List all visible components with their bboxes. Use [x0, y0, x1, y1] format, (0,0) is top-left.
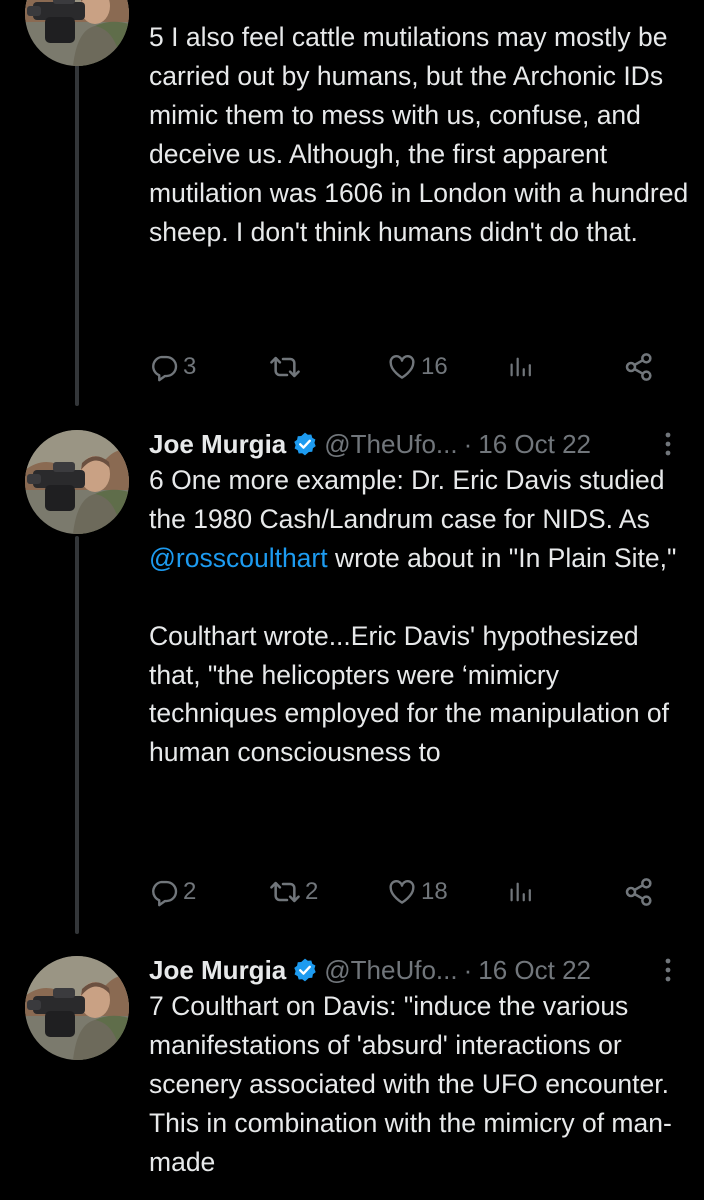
tweet-date[interactable]: 16 Oct 22	[478, 429, 591, 460]
tweet-text: 6 One more example: Dr. Eric Davis studi…	[149, 461, 694, 772]
analytics-icon	[507, 353, 535, 381]
author-name[interactable]: Joe Murgia	[149, 429, 286, 460]
tweet-header: Joe Murgia @TheUfo... · 16 Oct 22	[149, 950, 591, 990]
reply-button[interactable]: 3	[149, 349, 196, 385]
tweet-actions: 3 16	[149, 349, 669, 385]
reply-count: 3	[183, 353, 197, 380]
tweet-text: 7 Coulthart on Davis: "induce the variou…	[149, 987, 694, 1182]
like-count: 16	[421, 353, 448, 380]
more-options-icon[interactable]	[660, 430, 676, 458]
reply-button[interactable]: 2	[149, 874, 196, 910]
verified-badge-icon	[292, 431, 318, 457]
retweet-count: 2	[305, 878, 319, 905]
author-handle[interactable]: @TheUfo...	[324, 955, 457, 986]
share-button[interactable]	[623, 874, 655, 910]
reply-count: 2	[183, 878, 197, 905]
views-button[interactable]	[507, 874, 535, 910]
views-button[interactable]	[507, 349, 535, 385]
retweet-button[interactable]: 2	[269, 874, 318, 910]
text-segment: wrote about in "In Plain Site,"	[327, 542, 677, 573]
retweet-button[interactable]	[269, 349, 305, 385]
more-options-icon[interactable]	[660, 956, 676, 984]
verified-badge-icon	[292, 957, 318, 983]
tweet-header: Joe Murgia @TheUfo... · 16 Oct 22	[149, 424, 591, 464]
tweet-actions: 2 2 18	[149, 874, 669, 910]
reply-icon	[149, 352, 179, 382]
tweet-6[interactable]: Joe Murgia @TheUfo... · 16 Oct 22 6 One …	[0, 424, 704, 934]
tweet-paragraph: 6 One more example: Dr. Eric Davis studi…	[149, 461, 694, 578]
mention-link[interactable]: @rosscoulthart	[149, 543, 328, 573]
share-button[interactable]	[623, 349, 655, 385]
avatar[interactable]	[25, 956, 129, 1060]
separator-dot: ·	[463, 428, 473, 459]
tweet-paragraph: 7 Coulthart on Davis: "induce the variou…	[149, 991, 672, 1177]
avatar[interactable]	[25, 430, 129, 534]
text-segment: 6 One more example: Dr. Eric Davis studi…	[149, 465, 665, 534]
retweet-icon	[269, 351, 301, 383]
separator-dot: ·	[463, 954, 473, 985]
share-icon	[623, 351, 655, 383]
tweet-5[interactable]: 5 I also feel cattle mutilations may mos…	[0, 0, 704, 410]
tweet-date[interactable]: 16 Oct 22	[478, 955, 591, 986]
avatar[interactable]	[25, 0, 129, 66]
author-handle[interactable]: @TheUfo...	[324, 429, 457, 460]
tweet-paragraph: Coulthart wrote...Eric Davis' hypothesiz…	[149, 620, 670, 768]
tweet-text: 5 I also feel cattle mutilations may mos…	[149, 18, 694, 251]
like-count: 18	[421, 878, 448, 905]
like-button[interactable]: 16	[387, 349, 448, 385]
reply-icon	[149, 877, 179, 907]
analytics-icon	[507, 878, 535, 906]
share-icon	[623, 876, 655, 908]
tweet-7[interactable]: Joe Murgia @TheUfo... · 16 Oct 22 7 Coul…	[0, 950, 704, 1200]
tweet-paragraph: 5 I also feel cattle mutilations may mos…	[149, 22, 689, 247]
heart-icon	[387, 352, 417, 382]
author-name[interactable]: Joe Murgia	[149, 955, 286, 986]
retweet-icon	[269, 876, 301, 908]
heart-icon	[387, 877, 417, 907]
like-button[interactable]: 18	[387, 874, 448, 910]
